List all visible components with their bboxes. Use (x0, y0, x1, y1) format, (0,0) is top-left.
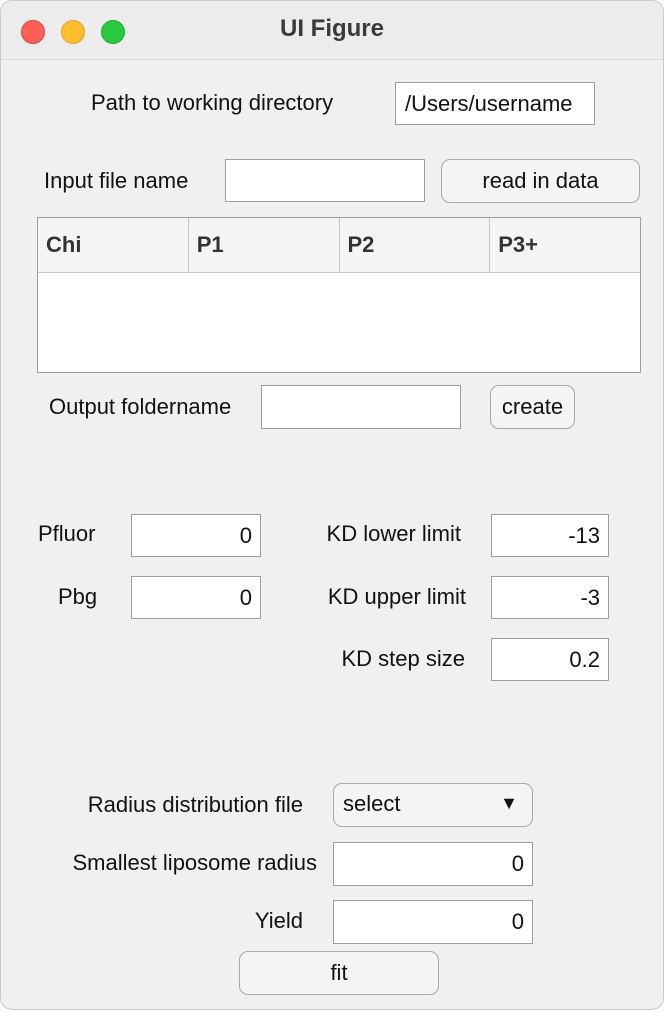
column-header-p2[interactable]: P2 (340, 218, 491, 272)
dropdown-arrow-icon: ▼ (500, 793, 518, 813)
kd-lower-input[interactable] (491, 514, 609, 557)
table-header: Chi P1 P2 P3+ (38, 218, 640, 273)
pbg-input[interactable] (131, 576, 261, 619)
yield-label: Yield (254, 908, 303, 933)
ui-figure-window: UI Figure Path to working directory Inpu… (0, 0, 664, 1010)
read-in-data-button[interactable]: read in data (441, 159, 640, 203)
input-file-input[interactable] (225, 159, 425, 202)
kd-step-label: KD step size (341, 646, 466, 671)
smallest-radius-input[interactable] (333, 842, 533, 886)
column-header-p3plus[interactable]: P3+ (490, 218, 640, 272)
radius-distribution-dropdown[interactable]: select ▼ (333, 783, 533, 827)
output-folder-input[interactable] (261, 385, 461, 429)
kd-lower-label: KD lower limit (326, 521, 461, 546)
output-folder-label: Output foldername (49, 394, 232, 419)
pfluor-input[interactable] (131, 514, 261, 557)
data-table[interactable]: Chi P1 P2 P3+ (37, 217, 641, 373)
kd-step-input[interactable] (491, 638, 609, 681)
smallest-radius-label: Smallest liposome radius (72, 850, 317, 875)
column-header-chi[interactable]: Chi (38, 218, 189, 272)
kd-upper-input[interactable] (491, 576, 609, 619)
path-input[interactable] (395, 82, 595, 125)
create-button[interactable]: create (490, 385, 575, 429)
path-label: Path to working directory (91, 90, 334, 115)
yield-input[interactable] (333, 900, 533, 944)
fit-button[interactable]: fit (239, 951, 439, 995)
pfluor-label: Pfluor (38, 521, 96, 546)
kd-upper-label: KD upper limit (327, 584, 466, 609)
dropdown-selected-value: select (343, 791, 401, 816)
title-bar: UI Figure (1, 1, 663, 60)
column-header-p1[interactable]: P1 (189, 218, 340, 272)
pbg-label: Pbg (58, 584, 98, 609)
window-title: UI Figure (279, 15, 384, 42)
input-file-label: Input file name (44, 168, 189, 193)
radius-distribution-label: Radius distribution file (87, 792, 303, 817)
